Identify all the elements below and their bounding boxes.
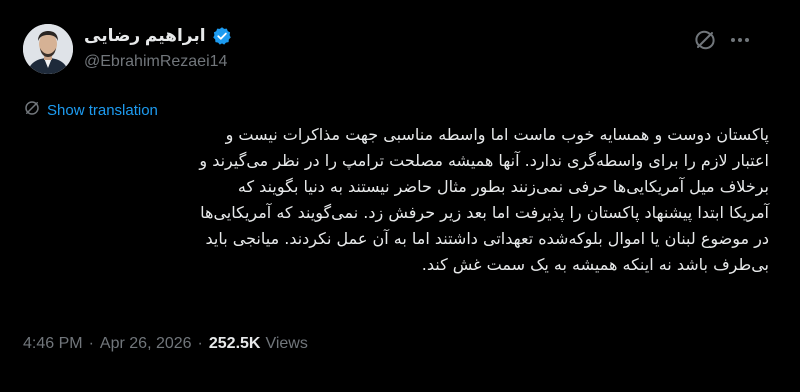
more-options-icon[interactable] — [728, 28, 752, 52]
tweet-body-line: آمریکا ابتدا پیشنهاد پاکستان را پذیرفت ا… — [200, 203, 769, 222]
show-translation-link[interactable]: Show translation — [23, 99, 158, 122]
tweet-body-line: اعتبار لازم را برای واسطه‌گری ندارد. آنه… — [199, 151, 769, 170]
tweet-body-line: برخلاف میل آمریکایی‌ها حرفی نمی‌زنند بطو… — [237, 177, 769, 196]
author-handle[interactable]: @EbrahimRezaei14 — [84, 53, 227, 71]
author-display-name[interactable]: ابراهیم رضایی — [84, 26, 206, 46]
tweet-meta: 4:46 PM · Apr 26, 2026 · 252.5K Views — [23, 335, 308, 353]
avatar[interactable] — [23, 24, 73, 74]
views-label: Views — [265, 335, 308, 352]
views-count[interactable]: 252.5K — [209, 335, 261, 353]
grok-icon[interactable] — [693, 28, 717, 52]
tweet-time[interactable]: 4:46 PM — [23, 335, 83, 353]
author-name-row[interactable]: ابراهیم رضایی — [84, 26, 232, 46]
tweet-body-line: بی‌طرف باشد نه اینکه همیشه به یک سمت غش … — [421, 255, 769, 274]
tweet-card: ابراهیم رضایی @EbrahimRezaei14 Show tran… — [0, 0, 800, 392]
tweet-date[interactable]: Apr 26, 2026 — [100, 335, 192, 353]
show-translation-label[interactable]: Show translation — [47, 102, 158, 119]
tweet-body: پاکستان دوست و همسایه خوب ماست اما واسطه… — [23, 122, 769, 278]
meta-separator: · — [197, 335, 203, 352]
tweet-body-line: در موضوع لبنان یا اموال بلوکه‌شده تعهدات… — [205, 229, 769, 248]
translate-icon — [23, 99, 41, 122]
tweet-body-line: پاکستان دوست و همسایه خوب ماست اما واسطه… — [225, 125, 769, 144]
verified-badge-icon — [212, 26, 232, 46]
meta-separator: · — [88, 335, 94, 352]
